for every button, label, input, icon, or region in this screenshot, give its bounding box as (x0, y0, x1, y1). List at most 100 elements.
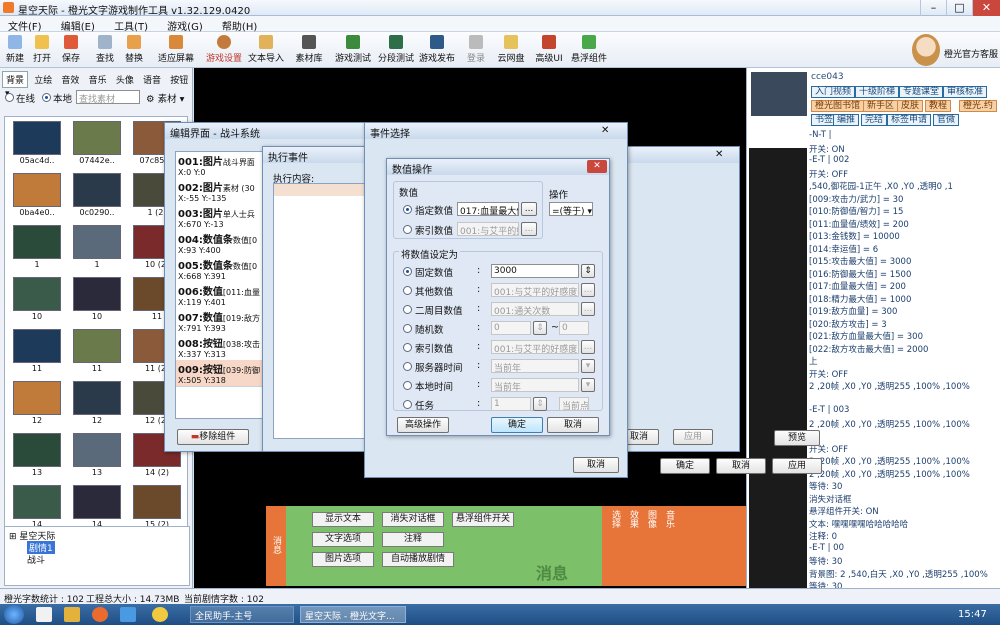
tab-portrait[interactable]: 立绘 (31, 72, 55, 87)
script-line[interactable]: [019:敌方血量] = 300 (809, 305, 897, 317)
set-value-radio[interactable] (403, 305, 412, 314)
component-row[interactable]: 009:按钮[039:防御 X:505 Y:318 (176, 360, 266, 387)
set-value-browse[interactable]: ▾ (581, 359, 595, 373)
set-value-radio[interactable] (403, 286, 412, 295)
script-line[interactable]: -E-T | 003 (809, 405, 849, 415)
script-line[interactable]: [017:血量最大值] = 200 (809, 280, 906, 292)
taskbar-app-5[interactable] (152, 607, 168, 622)
material-thumbnail[interactable]: 12 (11, 379, 63, 429)
link-tag[interactable]: 标签申请 (887, 114, 932, 126)
game-settings-button[interactable]: 游戏设置 (204, 34, 244, 66)
value-cancel-button[interactable]: 取消 (547, 417, 599, 433)
link-tag[interactable]: 编推 (833, 114, 860, 126)
script-line[interactable]: 开关: OFF (809, 368, 848, 380)
text-import-button[interactable]: 文本导入 (248, 34, 284, 66)
link-tag[interactable]: 完结 (861, 114, 888, 126)
link-tag[interactable]: 官微 (933, 114, 960, 126)
index-value-browse[interactable]: ... (521, 222, 537, 236)
game-test-button[interactable]: 游戏测试 (334, 34, 372, 66)
script-line[interactable]: 开关: OFF (809, 168, 848, 180)
material-search-input[interactable]: 查找素材 (76, 90, 140, 104)
execute-content-list[interactable] (273, 183, 369, 439)
link-tag[interactable]: 十级阶梯 (855, 86, 900, 98)
script-line[interactable]: 2 ,20帧 ,X0 ,Y0 ,透明255 ,100% ,100% (809, 468, 970, 480)
event-cancel-button[interactable]: 取消 (573, 457, 619, 473)
link-tag[interactable]: 审核标准 (943, 86, 988, 98)
user-avatar[interactable] (751, 72, 807, 116)
script-line[interactable]: 等待: 30 (809, 555, 842, 567)
material-thumbnail[interactable]: 11 (11, 327, 63, 377)
login-button[interactable]: 登录 (464, 34, 488, 66)
script-line[interactable]: -E-T | 00 (809, 543, 844, 553)
script-line[interactable]: [018:精力最大值] = 1000 (809, 293, 911, 305)
material-thumbnail[interactable]: 0ba4e0.. (11, 171, 63, 221)
taskbar-app-1[interactable] (36, 607, 52, 622)
maximize-icon[interactable]: □ (946, 0, 972, 16)
set-value-field[interactable]: 当前年 (491, 359, 579, 373)
set-value-field[interactable]: 1 (491, 397, 531, 411)
advanced-ui-button[interactable]: 高级UI (534, 34, 564, 66)
minimize-icon[interactable]: – (920, 0, 946, 16)
link-tag[interactable]: 皮肤 (897, 100, 924, 112)
online-radio[interactable] (5, 93, 14, 102)
script-line[interactable]: [013:金钱数] = 10000 (809, 230, 900, 242)
set-value-browse[interactable]: ⇕ (581, 264, 595, 278)
editor-cancel-button[interactable]: 取消 (716, 458, 766, 474)
script-line[interactable]: [021:敌方血量最大值] = 300 (809, 330, 923, 342)
index-value-radio[interactable] (403, 225, 412, 234)
tree-item-battle[interactable]: 战斗 (27, 553, 45, 566)
link-tag[interactable]: 橙光图书馆 (811, 100, 865, 112)
set-value-browse[interactable]: ▾ (581, 378, 595, 392)
set-value-browse[interactable]: ... (581, 302, 595, 316)
script-line[interactable]: 文本: 嘿嘿嘿嘿哈哈哈哈哈 (809, 518, 908, 530)
link-tag[interactable]: 入门视频 (811, 86, 856, 98)
material-thumbnail[interactable]: 11 (71, 327, 123, 377)
new-button[interactable]: 新建 (4, 34, 26, 66)
set-value-field[interactable]: 3000 (491, 264, 579, 278)
exec-apply-button[interactable]: 应用 (673, 429, 713, 445)
script-line[interactable]: [015:攻击最大值] = 3000 (809, 255, 911, 267)
tab-sound[interactable]: 音效 (58, 72, 82, 87)
script-line[interactable]: 2 ,20帧 ,X0 ,Y0 ,透明255 ,100% ,100% (809, 455, 970, 467)
publish-button[interactable]: 游戏发布 (418, 34, 456, 66)
local-radio[interactable] (42, 93, 51, 102)
editor-preview-button[interactable]: 预览 (774, 430, 820, 446)
script-line[interactable]: ,540,御花园-1正午 ,X0 ,Y0 ,透明0 ,1 (809, 180, 953, 192)
set-value-field[interactable]: 001:与艾平的好感度 (491, 340, 579, 354)
close-icon[interactable]: ✕ (587, 160, 607, 173)
script-line[interactable]: [009:攻击力/武力] = 30 (809, 193, 903, 205)
component-row[interactable]: 003:图片单人士兵 X:670 Y:-13 (176, 204, 266, 231)
component-row[interactable]: 008:按钮[038:攻击 X:337 Y:313 (176, 334, 266, 361)
taskbar-app-4[interactable] (120, 607, 136, 622)
script-line[interactable]: 注释: 0 (809, 530, 837, 542)
tab-voice[interactable]: 语音 (140, 72, 164, 87)
taskbar-task-editor[interactable]: 星空天际 - 橙光文字... (300, 606, 406, 623)
effect-tab[interactable]: 效果 (626, 510, 640, 528)
float-toggle-button[interactable]: 悬浮组件开关 (452, 512, 514, 527)
script-line[interactable]: 2 ,20帧 ,X0 ,Y0 ,透明255 ,100% ,100% (809, 380, 970, 392)
image-options-button[interactable]: 图片选项 (312, 552, 374, 567)
remove-component-button[interactable]: ▬移除组件 (177, 429, 249, 445)
material-thumbnail[interactable]: 13 (11, 431, 63, 481)
component-row[interactable]: 005:数值条数值[0 X:668 Y:391 (176, 256, 266, 283)
script-line[interactable]: 悬浮组件开关: ON (809, 505, 879, 517)
tab-background[interactable]: 背景 (2, 71, 29, 88)
advanced-operation-button[interactable]: 高级操作 (397, 417, 449, 433)
find-button[interactable]: 查找 (94, 34, 116, 66)
specify-value-browse[interactable]: ... (521, 202, 537, 216)
segment-test-button[interactable]: 分段测试 (377, 34, 415, 66)
index-value-field[interactable]: 001:与艾平的好 (457, 222, 519, 236)
script-line[interactable]: -E-T | 002 (809, 155, 849, 165)
link-tag[interactable]: 教程 (925, 100, 952, 112)
close-icon[interactable]: ✕ (972, 0, 1000, 16)
set-value-field[interactable]: 001:通关次数 (491, 302, 579, 316)
mascot-avatar[interactable] (912, 34, 940, 66)
tab-button[interactable]: 按钮 (167, 72, 191, 87)
set-value-browse[interactable]: ... (581, 340, 595, 354)
float-component-button[interactable]: 悬浮组件 (570, 34, 608, 66)
component-row[interactable]: 006:数值[011:血量 X:119 Y:401 (176, 282, 266, 309)
material-thumbnail[interactable]: 05ac4d.. (11, 119, 63, 169)
set-value-radio[interactable] (403, 267, 412, 276)
image-tab[interactable]: 图像 (644, 510, 658, 528)
script-line[interactable]: -N-T | (809, 130, 831, 140)
